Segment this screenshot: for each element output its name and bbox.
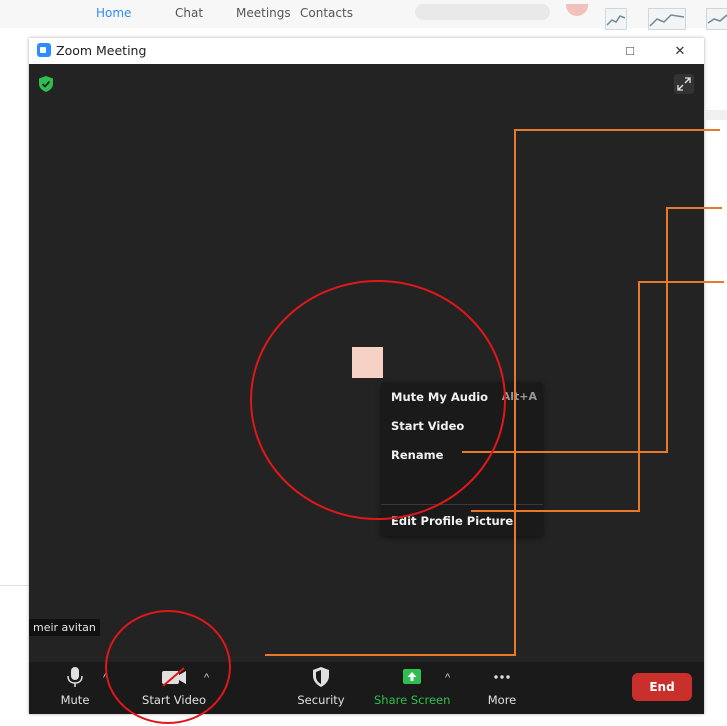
annotation-line bbox=[265, 129, 720, 656]
annotation-overlay bbox=[105, 129, 724, 724]
annotation-line bbox=[462, 207, 722, 453]
annotation-circle bbox=[250, 280, 506, 520]
annotation-line bbox=[471, 281, 724, 512]
annotation-circle bbox=[105, 610, 231, 724]
